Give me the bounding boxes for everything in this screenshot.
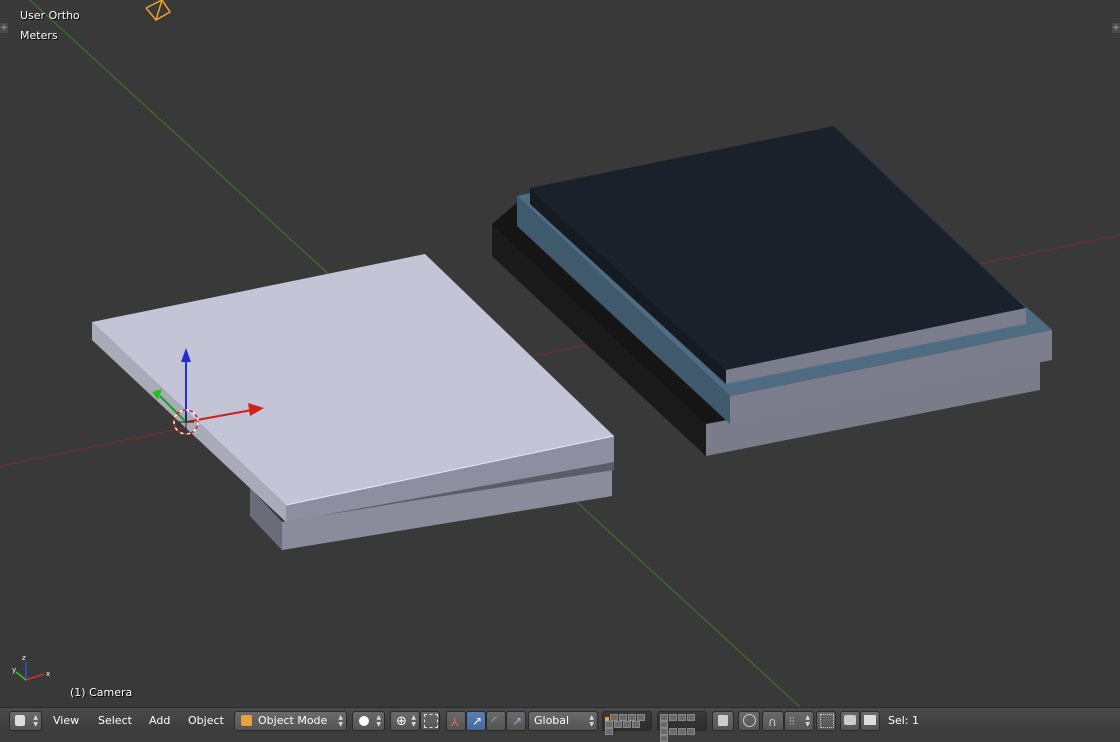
mode-dropdown[interactable]: Object Mode ▲ ▼ bbox=[234, 711, 347, 731]
toolshelf-toggle-button[interactable]: + bbox=[0, 23, 8, 33]
svg-text:x: x bbox=[46, 670, 50, 678]
rotate-arc-icon: ◜ bbox=[492, 714, 497, 728]
pivot-icon: ⊕ bbox=[396, 714, 407, 729]
editor-type-button[interactable]: ▲ ▼ bbox=[9, 711, 42, 731]
chevron-updown-icon: ▲ ▼ bbox=[376, 714, 381, 728]
viewport-shading-dropdown[interactable]: ▲ ▼ bbox=[352, 711, 385, 731]
snap-element-dropdown[interactable]: ⫶⫶ ▲ ▼ bbox=[784, 711, 814, 731]
camera-icon[interactable] bbox=[145, 0, 172, 21]
rotate-manipulator-button[interactable]: ◜ bbox=[486, 711, 506, 731]
clapperboard-icon bbox=[864, 715, 876, 725]
layer-buttons-group-1[interactable] bbox=[602, 711, 652, 735]
active-object-info: (1) Camera bbox=[70, 686, 133, 699]
proportional-edit-icon bbox=[743, 714, 756, 727]
chevron-updown-icon: ▲ ▼ bbox=[338, 714, 343, 728]
view-units-label: Meters bbox=[20, 29, 58, 42]
chevron-updown-icon: ▲ ▼ bbox=[805, 714, 810, 728]
chevron-updown-icon: ▲ ▼ bbox=[589, 714, 594, 728]
selection-count: Sel: 1 bbox=[888, 714, 920, 727]
snap-toggle-button[interactable]: ∩ bbox=[762, 711, 784, 731]
render-animation-button[interactable] bbox=[860, 711, 880, 731]
chevron-updown-icon: ▲ ▼ bbox=[411, 714, 416, 728]
object-mode-icon bbox=[241, 715, 252, 726]
align-icon bbox=[424, 714, 438, 728]
proportional-edit-button[interactable] bbox=[738, 711, 760, 731]
scene-canvas[interactable]: z x y bbox=[0, 0, 1120, 707]
selected-book-stack[interactable] bbox=[92, 254, 615, 550]
layer-buttons-group-2[interactable] bbox=[657, 711, 707, 742]
scale-manipulator-button[interactable]: ↗ bbox=[506, 711, 526, 731]
layer-lock-button[interactable] bbox=[712, 711, 734, 731]
menu-select[interactable]: Select bbox=[98, 711, 132, 731]
manipulator-icon: ⅄ bbox=[451, 715, 459, 729]
transform-orientation-dropdown[interactable]: Global ▲ ▼ bbox=[528, 711, 598, 731]
svg-text:y: y bbox=[12, 666, 16, 674]
pivot-point-dropdown[interactable]: ⊕ ▲ ▼ bbox=[390, 711, 420, 731]
chevron-updown-icon: ▲ ▼ bbox=[33, 714, 38, 728]
snap-target-button[interactable] bbox=[816, 711, 836, 731]
3d-viewport[interactable]: z x y User Ortho Meters (1) Camera + + bbox=[0, 0, 1120, 707]
render-opengl-button[interactable] bbox=[840, 711, 860, 731]
manipulator-toggle-button[interactable]: ⅄ bbox=[446, 711, 466, 731]
translate-manipulator-button[interactable]: ↗ bbox=[466, 711, 486, 731]
mode-label: Object Mode bbox=[258, 714, 328, 727]
view-name-label: User Ortho bbox=[20, 9, 80, 22]
axis-gizmo-icon: z x y bbox=[12, 654, 50, 681]
translate-arrow-icon: ↗ bbox=[472, 714, 483, 728]
svg-text:z: z bbox=[22, 654, 26, 662]
menu-view[interactable]: View bbox=[53, 711, 79, 731]
lock-scene-icon bbox=[718, 715, 728, 726]
snap-increment-icon: ⫶⫶ bbox=[789, 715, 795, 728]
magnet-icon: ∩ bbox=[768, 715, 777, 729]
solid-shading-icon bbox=[359, 716, 369, 726]
3d-view-icon bbox=[15, 715, 25, 726]
snap-target-icon bbox=[820, 714, 834, 728]
scale-arrow-icon: ↗ bbox=[512, 714, 523, 728]
3d-view-header: ▲ ▼ View Select Add Object Object Mode ▲ ▼… bbox=[0, 707, 1120, 742]
camera-render-icon bbox=[844, 715, 856, 725]
menu-add[interactable]: Add bbox=[149, 711, 170, 731]
properties-toggle-button[interactable]: + bbox=[1112, 23, 1120, 33]
orientation-label: Global bbox=[534, 714, 570, 727]
menu-object[interactable]: Object bbox=[188, 711, 224, 731]
pivot-align-button[interactable] bbox=[420, 711, 440, 731]
